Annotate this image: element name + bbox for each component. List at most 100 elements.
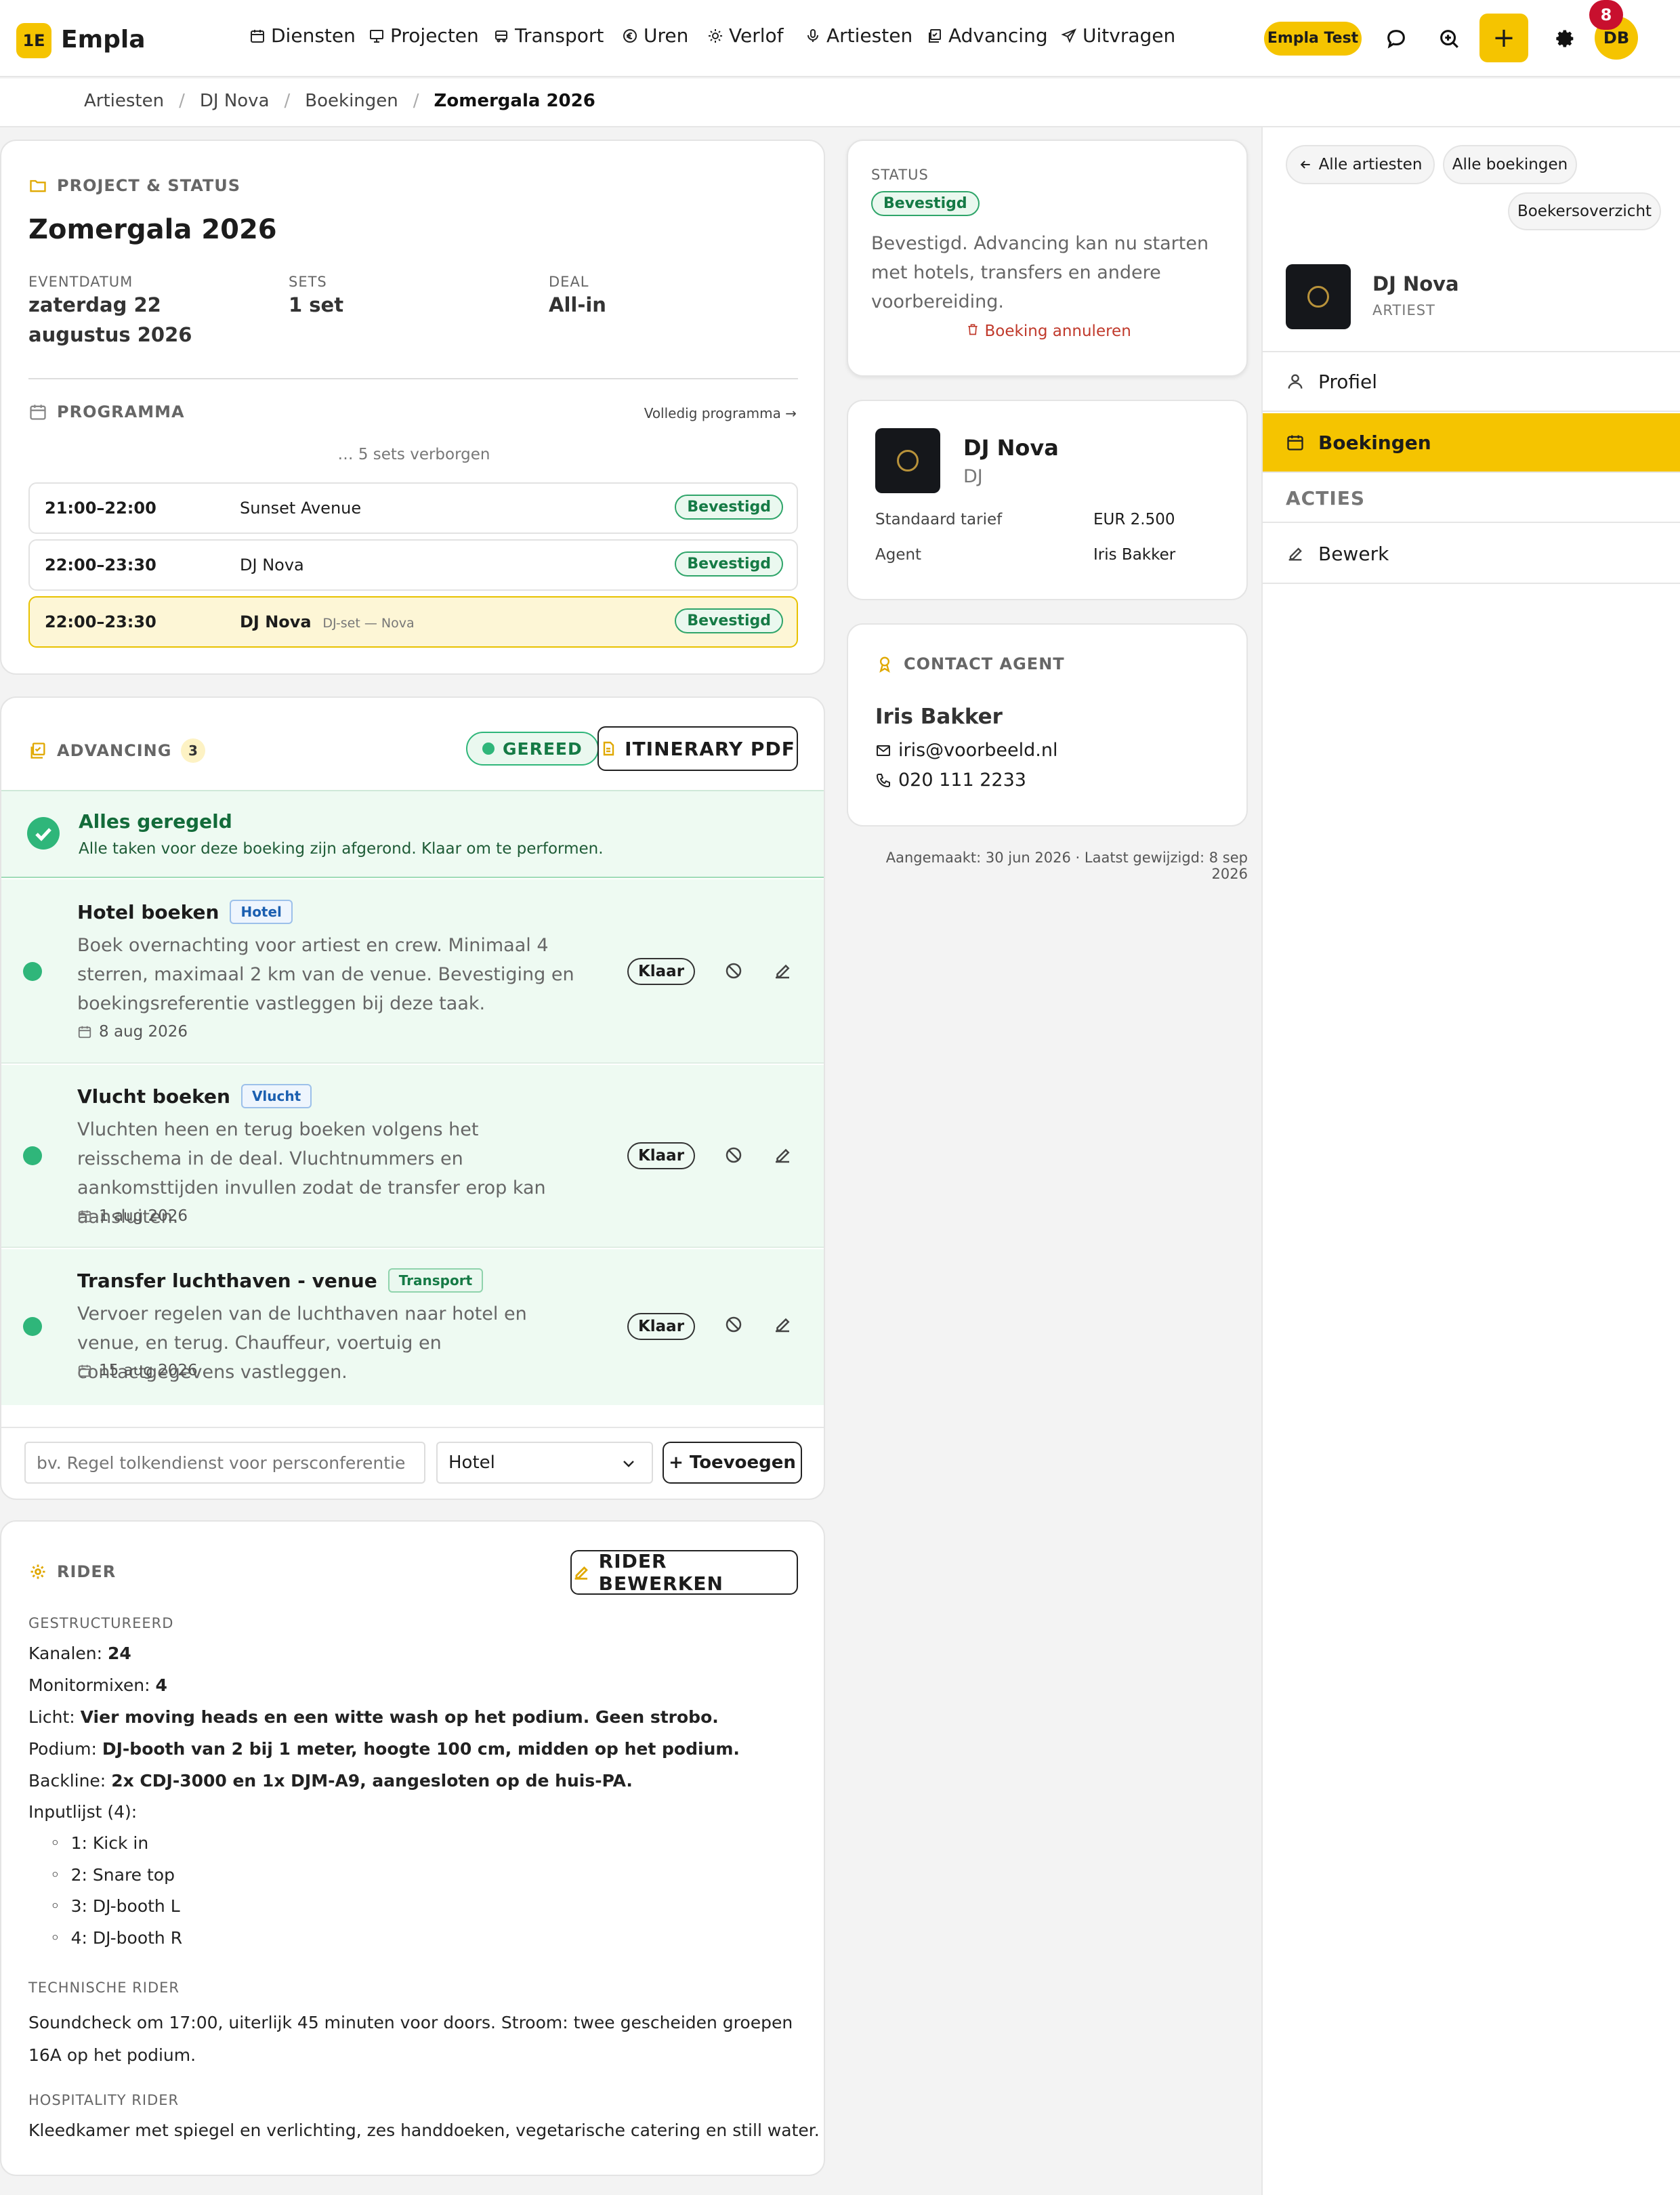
task-title: Hotel boeken [77,900,219,923]
advancing-task[interactable]: Hotel boeken Hotel Boek overnachting voo… [1,879,824,1064]
all-done-banner: Alles geregeld Alle taken voor deze boek… [1,790,824,878]
advancing-task[interactable]: Vlucht boeken Vlucht Vluchten heen en te… [1,1065,824,1248]
nav-transport[interactable]: Transport [493,24,604,47]
list-item: ◦ 1: Kick in [50,1833,149,1853]
all-artists-button[interactable]: Alle artiesten [1286,145,1435,184]
sidebar-artist-role: ARTIEST [1372,302,1435,318]
eventdatum-value: zaterdag 22 augustus 2026 [28,293,192,346]
breadcrumb-current: Zomergala 2026 [434,91,595,111]
edit-rider-button[interactable]: RIDER BEWERKEN [570,1550,798,1595]
agent-email[interactable]: iris@voorbeeld.nl [875,740,1058,761]
edit-action[interactable]: Bewerk [1263,524,1680,584]
pencil-icon [574,1566,588,1580]
task-state-toggle[interactable]: Klaar [627,1142,695,1169]
nav-projecten[interactable]: Projecten [369,24,479,47]
rider-line: Monitormixen: 4 [28,1675,167,1695]
nav-advancing[interactable]: Advancing [927,24,1048,47]
task-state-toggle[interactable]: Klaar [627,1313,695,1340]
breadcrumb-artiesten[interactable]: Artiesten [84,91,164,111]
pencil-icon[interactable] [772,1314,793,1335]
right-sidebar: Alle artiesten Alle boekingen Boekersove… [1261,127,1680,2195]
nav-verlof[interactable]: Verlof [707,24,784,47]
document-icon [603,741,614,756]
programma-header: PROGRAMMA [28,402,185,421]
agent-name: Iris Bakker [875,705,1003,729]
nav-diensten[interactable]: Diensten [249,24,356,47]
advancing-header: ADVANCING 3 [28,738,206,763]
artist-type: DJ [963,466,983,487]
task-state-toggle[interactable]: Klaar [627,958,695,985]
itinerary-pdf-button[interactable]: ITINERARY PDF [597,726,798,771]
task-tag: Transport [387,1268,484,1293]
notification-badge: 8 [1589,0,1623,30]
pencil-icon[interactable] [772,1145,793,1165]
checklist-icon [30,743,45,759]
pencil-icon[interactable] [772,961,793,981]
nav-artiesten[interactable]: Artiesten [805,24,912,47]
task-tag: Vlucht [240,1084,312,1108]
add-button[interactable]: + [1479,14,1528,62]
sidebar-item-boekingen[interactable]: Boekingen [1263,413,1680,473]
status-dot [23,1146,42,1165]
check-circle-icon [27,817,60,850]
block-icon[interactable] [723,1314,744,1335]
gear-icon[interactable] [1550,24,1578,53]
divider [1,1427,824,1428]
programma-row-current[interactable]: 22:00–23:30 DJ Nova DJ-set — Nova Bevest… [28,596,798,648]
task-date: 1 aug 2026 [77,1207,188,1225]
programma-row[interactable]: 22:00–23:30 DJ Nova Bevestigd [28,539,798,591]
advancing-task[interactable]: Transfer luchthaven - venue Transport Ve… [1,1249,824,1405]
nav-uren[interactable]: Uren [622,24,688,47]
list-item: ◦ 3: DJ-booth L [50,1896,180,1916]
ready-badge: GEREED [466,732,599,766]
rider-line: Podium: DJ-booth van 2 bij 1 meter, hoog… [28,1739,740,1759]
status-label: STATUS [871,167,929,183]
timestamps: Aangemaakt: 30 jun 2026 · Laatst gewijzi… [885,850,1248,882]
booker-overview-button[interactable]: Boekersoverzicht [1508,192,1661,230]
sidebar-item-profiel[interactable]: Profiel [1263,352,1680,412]
environment-badge[interactable]: Empla Test [1264,22,1362,56]
hospitality-rider-text: Kleedkamer met spiegel en verlichting, z… [28,2120,820,2140]
status-badge: Bevestigd [675,551,783,577]
app-name[interactable]: Empla [61,26,146,54]
all-bookings-button[interactable]: Alle boekingen [1443,145,1577,184]
agent-phone[interactable]: 020 111 2233 [875,770,1026,791]
cancel-booking-link[interactable]: Boeking annuleren [848,322,1246,340]
full-programma-link[interactable]: Volledig programma → [644,405,797,421]
input-list-label: Inputlijst (4): [28,1802,138,1822]
divider [28,378,798,379]
calendar-icon [30,404,46,420]
chat-icon[interactable] [1382,24,1410,53]
badge-icon [879,656,890,673]
breadcrumb-boekingen[interactable]: Boekingen [305,91,398,111]
task-category-select[interactable]: Hotel [436,1442,653,1484]
breadcrumb-bar: Artiesten / DJ Nova / Boekingen / Zomergala… [0,79,1680,127]
euro-icon [623,28,637,43]
calendar-icon [78,1210,91,1223]
rider-line: Licht: Vier moving heads en een witte wa… [28,1707,719,1727]
checklist-icon [929,28,941,43]
advancing-card: ADVANCING 3 GEREED ITINERARY PDF Alles g… [0,696,825,1500]
task-tag: Hotel [230,900,293,924]
nav-uitvragen[interactable]: Uitvragen [1061,24,1175,47]
hidden-sets-toggle[interactable]: … 5 sets verborgen [1,446,824,463]
status-card: STATUS Bevestigd Bevestigd. Advancing ka… [847,140,1248,377]
rider-line: Backline: 2x CDJ-3000 en 1x DJM-A9, aang… [28,1771,633,1791]
new-task-input[interactable] [24,1442,425,1484]
project-status-card: PROJECT & STATUS Zomergala 2026 EVENTDAT… [0,140,825,675]
agent-label: Agent [875,546,922,564]
top-navigation: 1E Empla Diensten Projecten Transport Ur… [0,0,1680,77]
rider-line: Kanalen: 24 [28,1644,131,1663]
block-icon[interactable] [723,1145,744,1165]
breadcrumb-artist[interactable]: DJ Nova [200,91,270,111]
breadcrumb: Artiesten / DJ Nova / Boekingen / Zomergala… [84,91,595,111]
programma-row[interactable]: 21:00–22:00 Sunset Avenue Bevestigd [28,482,798,534]
app-logo[interactable]: 1E [16,23,51,58]
add-task-button[interactable]: + Toevoegen [663,1442,802,1484]
rider-card: RIDER RIDER BEWERKEN GESTRUCTUREERD Kana… [0,1520,825,2176]
chevron-down-icon [623,1461,634,1467]
task-title: Vlucht boeken [77,1085,230,1108]
search-icon[interactable] [1435,24,1463,53]
block-icon[interactable] [723,961,744,981]
sun-icon [709,28,722,43]
